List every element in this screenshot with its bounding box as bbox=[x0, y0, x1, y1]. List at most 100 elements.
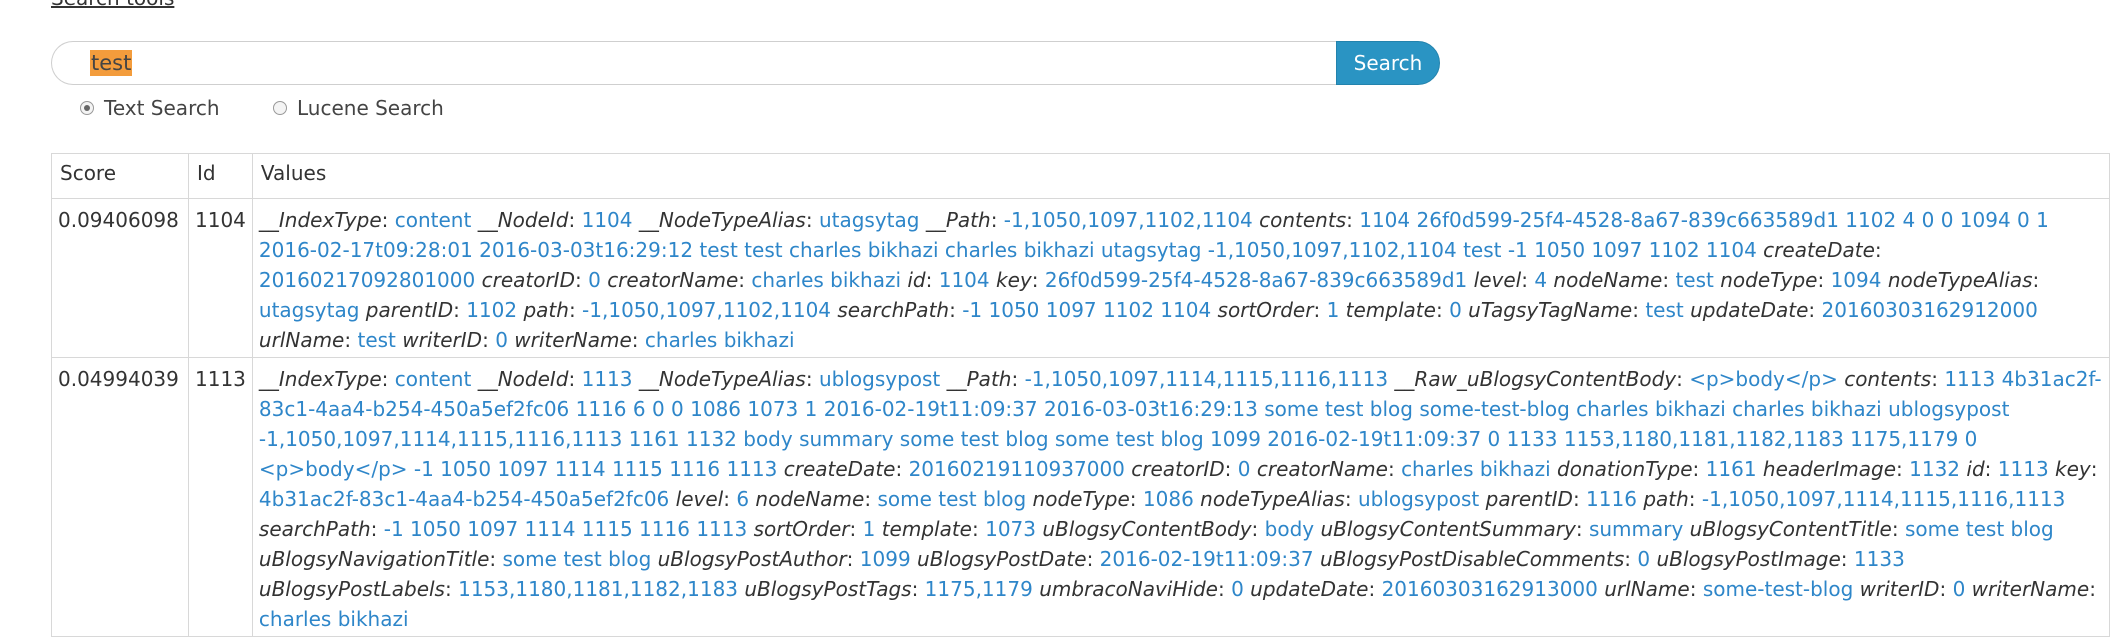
field-value-link[interactable]: 1116 bbox=[1586, 487, 1637, 511]
field-name: parentID bbox=[1485, 487, 1573, 511]
field-value-link[interactable]: 1 bbox=[1327, 298, 1340, 322]
field-value-link[interactable]: 1086 bbox=[1143, 487, 1194, 511]
field-value-link[interactable]: <p>body</p> bbox=[1689, 367, 1838, 391]
field-name: creatorID bbox=[1131, 457, 1225, 481]
field-value-link[interactable]: -1 1050 1097 1114 1115 1116 1113 bbox=[384, 517, 747, 541]
field-entry: createDate: 20160219110937000 bbox=[783, 457, 1125, 481]
field-value-link[interactable]: some test blog bbox=[877, 487, 1026, 511]
field-value-link[interactable]: 1094 bbox=[1831, 268, 1882, 292]
field-entry: nodeType: 1094 bbox=[1720, 268, 1882, 292]
field-value-link[interactable]: 6 bbox=[736, 487, 749, 511]
field-name: nodeName bbox=[1553, 268, 1663, 292]
field-entry: updateDate: 20160303162912000 bbox=[1690, 298, 2038, 322]
field-value-link[interactable]: some test blog bbox=[1905, 517, 2054, 541]
field-name: key bbox=[2055, 457, 2091, 481]
field-value-link[interactable]: 0 bbox=[1231, 577, 1244, 601]
field-entry: uTagsyTagName: test bbox=[1468, 298, 1684, 322]
field-value-link[interactable]: -1,1050,1097,1114,1115,1116,1113 bbox=[1025, 367, 1388, 391]
field-name: headerImage bbox=[1762, 457, 1897, 481]
field-value-link[interactable]: 20160219110937000 bbox=[909, 457, 1125, 481]
field-name: nodeType bbox=[1032, 487, 1130, 511]
field-value-link[interactable]: some test blog bbox=[503, 547, 652, 571]
field-value-link[interactable]: 1113 bbox=[1998, 457, 2049, 481]
field-value-link[interactable]: charles bikhazi bbox=[645, 328, 795, 352]
field-value-link[interactable]: content bbox=[395, 367, 472, 391]
field-value-link[interactable]: -1,1050,1097,1102,1104 bbox=[1004, 208, 1253, 232]
field-value-link[interactable]: utagsytag bbox=[259, 298, 360, 322]
field-value-link[interactable]: ublogsypost bbox=[1358, 487, 1479, 511]
field-name: key bbox=[996, 268, 1032, 292]
field-value-link[interactable]: test bbox=[357, 328, 395, 352]
field-entry: __Path: -1,1050,1097,1114,1115,1116,1113 bbox=[946, 367, 1389, 391]
field-value-link[interactable]: 20160303162913000 bbox=[1382, 577, 1598, 601]
field-value-link[interactable]: 0 bbox=[1637, 547, 1650, 571]
field-value-link[interactable]: some-test-blog bbox=[1703, 577, 1853, 601]
field-value-link[interactable]: 1133 bbox=[1854, 547, 1905, 571]
field-name: uTagsyTagName bbox=[1468, 298, 1633, 322]
field-value-link[interactable]: 0 bbox=[495, 328, 508, 352]
field-value-link[interactable]: 2016-02-19t11:09:37 bbox=[1100, 547, 1314, 571]
values-cell: __IndexType: content __NodeId: 1104 __No… bbox=[251, 198, 2111, 358]
field-entry: __Raw_uBlogsyContentBody: <p>body</p> bbox=[1394, 367, 1838, 391]
field-value-link[interactable]: -1,1050,1097,1114,1115,1116,1113 bbox=[1702, 487, 2065, 511]
field-entry: donationType: 1161 bbox=[1557, 457, 1757, 481]
field-name: writerName bbox=[1971, 577, 2090, 601]
field-value-link[interactable]: 26f0d599-25f4-4528-8a67-839c663589d1 bbox=[1045, 268, 1467, 292]
field-value-link[interactable]: 1113 bbox=[582, 367, 633, 391]
field-value-link[interactable]: 1104 bbox=[939, 268, 990, 292]
field-value-link[interactable]: charles bikhazi bbox=[259, 607, 409, 631]
field-name: __NodeTypeAlias bbox=[638, 367, 806, 391]
field-value-link[interactable]: content bbox=[395, 208, 472, 232]
search-input[interactable]: test bbox=[51, 41, 1342, 85]
text-search-radio[interactable]: Text Search bbox=[80, 96, 220, 120]
field-value-link[interactable]: -1,1050,1097,1102,1104 bbox=[582, 298, 831, 322]
examine-search-panel: Search tools test Search Text Search Luc… bbox=[0, 0, 2119, 637]
field-name: nodeType bbox=[1720, 268, 1818, 292]
id-column-header: Id bbox=[188, 153, 253, 199]
field-value-link[interactable]: ublogsypost bbox=[819, 367, 940, 391]
field-value-link[interactable]: 1153,1180,1181,1182,1183 bbox=[458, 577, 738, 601]
field-value-link[interactable]: 4b31ac2f-83c1-4aa4-b254-450a5ef2fc06 bbox=[259, 487, 669, 511]
field-value-link[interactable]: 0 bbox=[1238, 457, 1251, 481]
field-name: template bbox=[1345, 298, 1436, 322]
search-tools-link[interactable]: Search tools bbox=[51, 0, 174, 8]
field-value-link[interactable]: 1 bbox=[863, 517, 876, 541]
field-name: sortOrder bbox=[753, 517, 850, 541]
field-value-link[interactable]: charles bikhazi bbox=[1401, 457, 1551, 481]
field-name: uBlogsyPostTags bbox=[744, 577, 912, 601]
field-name: __NodeId bbox=[477, 208, 569, 232]
field-value-link[interactable]: body bbox=[1265, 517, 1314, 541]
field-name: level bbox=[1473, 268, 1522, 292]
field-name: contents bbox=[1844, 367, 1932, 391]
field-value-link[interactable]: 1073 bbox=[985, 517, 1036, 541]
field-name: donationType bbox=[1557, 457, 1693, 481]
field-value-link[interactable]: 1175,1179 bbox=[925, 577, 1033, 601]
field-value-link[interactable]: test bbox=[1675, 268, 1713, 292]
field-name: uBlogsyPostImage bbox=[1656, 547, 1841, 571]
field-value-link[interactable]: 1102 bbox=[466, 298, 517, 322]
field-name: uBlogsyPostDisableComments bbox=[1319, 547, 1625, 571]
lucene-search-radio[interactable]: Lucene Search bbox=[273, 96, 444, 120]
field-value-link[interactable]: -1 1050 1097 1102 1104 bbox=[962, 298, 1211, 322]
score-cell: 0.09406098 bbox=[51, 198, 189, 358]
field-value-link[interactable]: 20160303162912000 bbox=[1822, 298, 2038, 322]
field-entry: searchPath: -1 1050 1097 1102 1104 bbox=[837, 298, 1212, 322]
field-value-link[interactable]: 1099 bbox=[860, 547, 911, 571]
field-value-link[interactable]: 0 bbox=[1953, 577, 1966, 601]
field-entry: updateDate: 20160303162913000 bbox=[1250, 577, 1598, 601]
search-button[interactable]: Search bbox=[1336, 41, 1440, 85]
field-value-link[interactable]: test bbox=[1645, 298, 1683, 322]
field-value-link[interactable]: utagsytag bbox=[819, 208, 920, 232]
field-value-link[interactable]: charles bikhazi bbox=[751, 268, 901, 292]
field-value-link[interactable]: 1161 bbox=[1706, 457, 1757, 481]
field-value-link[interactable]: 20160217092801000 bbox=[259, 268, 475, 292]
field-value-link[interactable]: 4 bbox=[1534, 268, 1547, 292]
field-value-link[interactable]: 0 bbox=[588, 268, 601, 292]
field-value-link[interactable]: summary bbox=[1589, 517, 1683, 541]
field-entry: __NodeTypeAlias: ublogsypost bbox=[638, 367, 941, 391]
field-value-link[interactable]: 1132 bbox=[1909, 457, 1960, 481]
field-entry: creatorName: charles bikhazi bbox=[607, 268, 901, 292]
field-entry: __Path: -1,1050,1097,1102,1104 bbox=[925, 208, 1253, 232]
field-value-link[interactable]: 0 bbox=[1449, 298, 1462, 322]
field-value-link[interactable]: 1104 bbox=[582, 208, 633, 232]
